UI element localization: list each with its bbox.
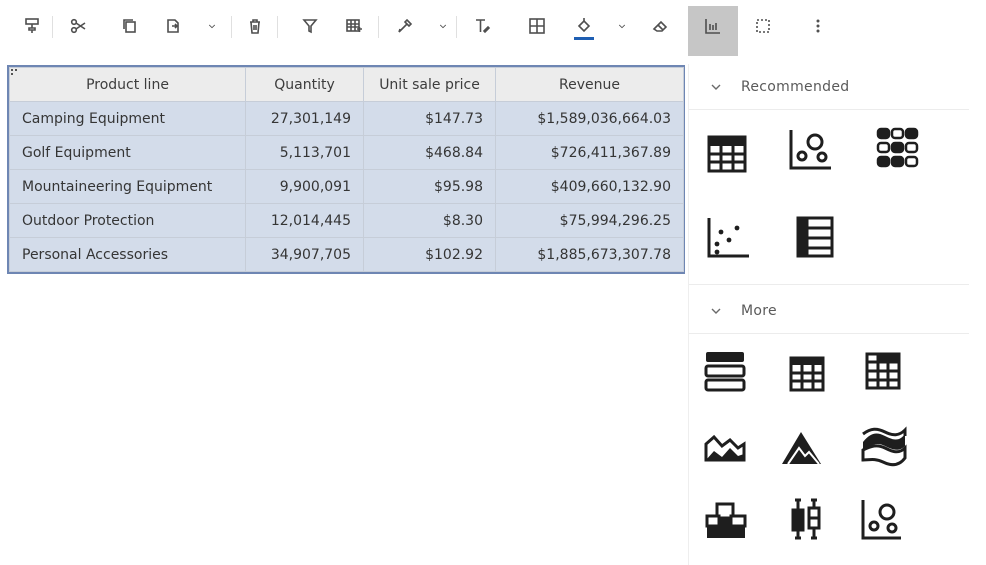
scatter-plot-icon[interactable] [705,214,751,260]
waterfall-icon[interactable] [703,496,749,542]
cell-product-line[interactable]: Personal Accessories [9,237,246,272]
text-format-icon[interactable] [470,14,494,38]
toolbar-separator [231,16,232,38]
eyedropper-icon[interactable] [393,14,417,38]
stream-chart-icon[interactable] [861,422,907,468]
toolbar-separator [378,16,379,38]
paint-bucket-icon[interactable] [572,14,596,40]
selected-crosstab[interactable]: Product line Quantity Unit sale price Re… [7,65,685,274]
drag-handle-icon[interactable] [11,69,18,77]
cell-quantity[interactable]: 34,907,705 [245,237,364,272]
grid-table-icon[interactable] [787,354,833,400]
toolbar-separator [52,16,53,38]
column-header-revenue[interactable]: Revenue [495,67,684,102]
cell-revenue[interactable]: $726,411,367.89 [495,135,684,170]
table-calc-icon[interactable] [342,14,366,38]
cell-revenue[interactable]: $409,660,132.90 [495,169,684,204]
toolbar [0,0,986,64]
table-header-row: Product line Quantity Unit sale price Re… [9,67,684,102]
crosstab-icon[interactable] [861,350,907,396]
cell-quantity[interactable]: 9,900,091 [245,169,364,204]
eraser-icon[interactable] [648,14,672,38]
boxplot-icon[interactable] [783,496,829,542]
cell-unit-sale-price[interactable]: $147.73 [363,101,496,136]
area-chart-icon[interactable] [703,424,749,470]
grid-icon[interactable] [525,14,549,38]
heatmap-icon[interactable] [875,126,921,172]
cell-revenue[interactable]: $1,885,673,307.78 [495,237,684,272]
paste-icon[interactable] [161,14,185,38]
cell-revenue[interactable]: $1,589,036,664.03 [495,101,684,136]
dashed-box-icon[interactable] [751,14,775,38]
paste-options-chevron-icon[interactable] [200,14,224,38]
column-header-unit-sale-price[interactable]: Unit sale price [363,67,496,102]
trash-icon[interactable] [243,14,267,38]
toolbar-separator [277,16,278,38]
list-icon[interactable] [703,348,749,394]
cell-unit-sale-price[interactable]: $95.98 [363,169,496,204]
more-section-toggle[interactable]: More [689,288,969,334]
bubble-chart-icon[interactable] [859,496,905,542]
mountain-chart-icon[interactable] [779,424,825,470]
visualization-panel: Recommended More [688,64,969,565]
copy-icon[interactable] [118,14,142,38]
crosstab-icon[interactable] [705,130,751,176]
recommended-label: Recommended [741,78,850,95]
table-row[interactable]: Golf Equipment 5,113,701 $468.84 $726,41… [9,135,684,170]
table-row[interactable]: Camping Equipment 27,301,149 $147.73 $1,… [9,101,684,136]
table-row[interactable]: Outdoor Protection 12,014,445 $8.30 $75,… [9,203,684,238]
column-header-quantity[interactable]: Quantity [245,67,364,102]
bar-chart-icon[interactable] [701,14,725,38]
paint-roller-icon[interactable] [20,14,44,38]
cell-quantity[interactable]: 5,113,701 [245,135,364,170]
more-label: More [741,302,777,319]
table-row[interactable]: Mountaineering Equipment 9,900,091 $95.9… [9,169,684,204]
chevron-down-icon [711,84,721,90]
cell-unit-sale-price[interactable]: $102.92 [363,237,496,272]
fill-color-swatch [574,37,594,40]
color-picker-chevron-icon[interactable] [431,14,455,38]
bubble-chart-icon[interactable] [787,126,833,172]
cell-revenue[interactable]: $75,994,296.25 [495,203,684,238]
table-row[interactable]: Personal Accessories 34,907,705 $102.92 … [9,237,684,272]
toolbar-separator [456,16,457,38]
cell-quantity[interactable]: 12,014,445 [245,203,364,238]
cell-product-line[interactable]: Golf Equipment [9,135,246,170]
cell-unit-sale-price[interactable]: $8.30 [363,203,496,238]
overflow-menu-icon[interactable] [806,14,830,38]
fill-color-chevron-icon[interactable] [610,14,634,38]
recommended-section-toggle[interactable]: Recommended [689,64,969,110]
column-header-product-line[interactable]: Product line [9,67,246,102]
cell-product-line[interactable]: Outdoor Protection [9,203,246,238]
cell-unit-sale-price[interactable]: $468.84 [363,135,496,170]
cell-quantity[interactable]: 27,301,149 [245,101,364,136]
cell-product-line[interactable]: Camping Equipment [9,101,246,136]
list-table-icon[interactable] [793,214,839,260]
section-divider [689,284,969,285]
chevron-down-icon [711,308,721,314]
scissors-icon[interactable] [66,14,90,38]
cell-product-line[interactable]: Mountaineering Equipment [9,169,246,204]
data-table[interactable]: Product line Quantity Unit sale price Re… [9,67,684,272]
filter-icon[interactable] [298,14,322,38]
